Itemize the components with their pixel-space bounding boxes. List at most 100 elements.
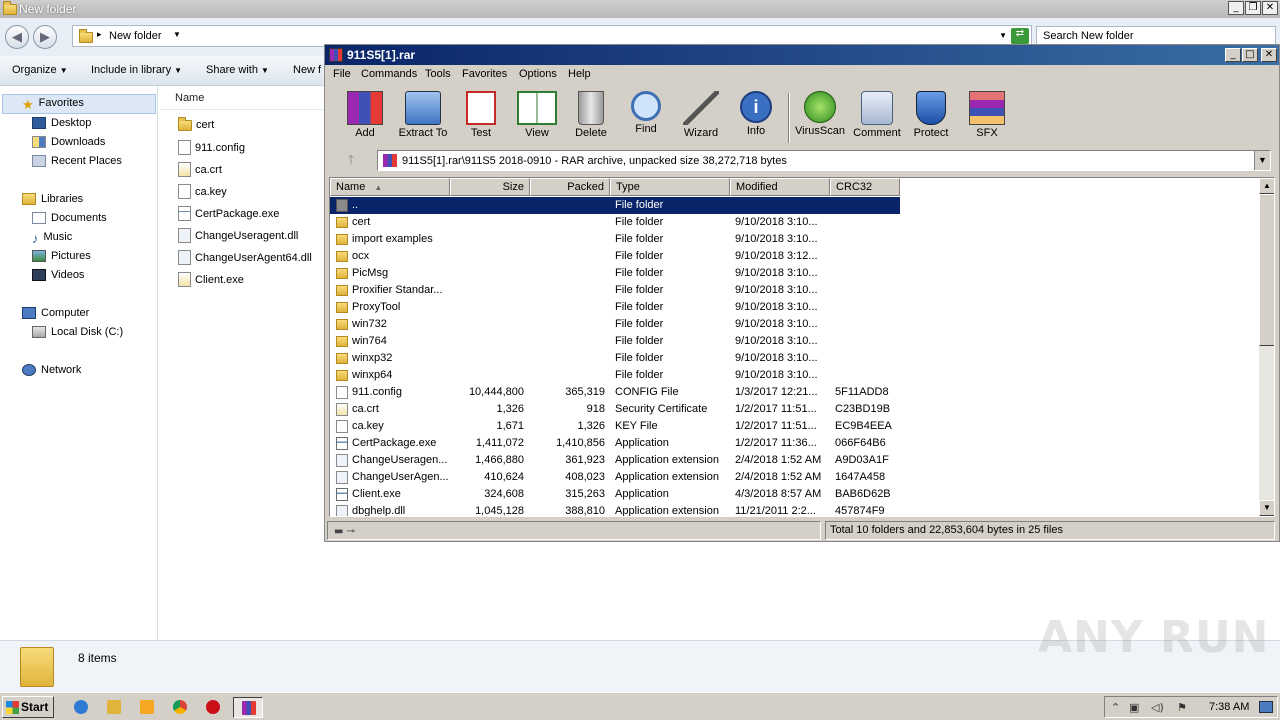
shield-icon — [916, 91, 946, 125]
table-row[interactable]: ocx File folder 9/10/2018 3:12... — [330, 248, 1259, 265]
file-item[interactable]: cert — [178, 116, 214, 131]
table-row[interactable]: winxp32 File folder 9/10/2018 3:10... — [330, 350, 1259, 367]
refresh-icon[interactable]: ⇄ — [1011, 28, 1029, 44]
taskbar-opera[interactable] — [198, 697, 228, 718]
restore-button[interactable]: ❐ — [1245, 1, 1261, 15]
archive-path-field[interactable]: 911S5[1].rar\911S5 2018-0910 - RAR archi… — [377, 150, 1271, 171]
sidebar-item-network[interactable]: Network — [22, 364, 81, 376]
sfx-button[interactable]: SFX — [955, 91, 1019, 139]
table-row[interactable]: import examples File folder 9/10/2018 3:10… — [330, 231, 1259, 248]
chevron-down-icon[interactable]: ▼ — [173, 30, 181, 39]
table-row[interactable]: .. File folder — [330, 197, 1259, 214]
table-row[interactable]: dbghelp.dll 1,045,128 388,810 Application e… — [330, 503, 1259, 516]
up-arrow-icon[interactable]: 🡑 — [333, 151, 369, 171]
clock[interactable]: 7:38 AM — [1209, 701, 1249, 713]
dll-icon — [178, 228, 191, 243]
chevron-down-icon[interactable]: ▼ — [1254, 151, 1270, 170]
menu-file[interactable]: File — [333, 68, 351, 80]
table-row[interactable]: cert File folder 9/10/2018 3:10... — [330, 214, 1259, 231]
start-button[interactable]: Start — [2, 696, 54, 718]
info-button[interactable]: i Info — [724, 91, 788, 137]
minimize-button[interactable]: _ — [1228, 1, 1244, 15]
sidebar-item-videos[interactable]: Videos — [32, 269, 84, 281]
menu-commands[interactable]: Commands — [361, 68, 417, 80]
sidebar-item-favorites[interactable]: ★ Favorites — [22, 97, 84, 112]
file-item[interactable]: 911.config — [178, 140, 245, 155]
new-folder-button[interactable]: New f — [293, 64, 321, 76]
add-button[interactable]: Add — [333, 91, 397, 139]
virusscan-button[interactable]: VirusScan — [788, 91, 852, 137]
sidebar-item-libraries[interactable]: Libraries — [22, 193, 83, 205]
breadcrumb[interactable]: New folder — [109, 30, 162, 42]
sidebar-item-music[interactable]: ♪ Music — [32, 231, 72, 246]
column-header-name[interactable]: Name — [160, 86, 326, 110]
protect-button[interactable]: Protect — [899, 91, 963, 139]
action-center-icon[interactable]: ⚑ — [1177, 701, 1187, 714]
table-row[interactable]: winxp64 File folder 9/10/2018 3:10... — [330, 367, 1259, 384]
file-item[interactable]: ca.key — [178, 184, 227, 199]
taskbar-chrome[interactable] — [165, 697, 195, 718]
column-packed[interactable]: Packed — [530, 178, 610, 196]
sidebar-item-downloads[interactable]: Downloads — [32, 136, 105, 148]
table-row[interactable]: ChangeUseragen... 1,466,880 361,923 Applica… — [330, 452, 1259, 469]
column-name[interactable]: Name ▲ — [330, 178, 450, 196]
sidebar-item-computer[interactable]: Computer — [22, 307, 89, 319]
test-button[interactable]: Test — [449, 91, 513, 139]
menu-favorites[interactable]: Favorites — [462, 68, 507, 80]
file-item[interactable]: Client.exe — [178, 272, 244, 287]
show-desktop-icon[interactable] — [1259, 701, 1273, 713]
menu-tools[interactable]: Tools — [425, 68, 451, 80]
scroll-thumb[interactable] — [1259, 194, 1274, 346]
sidebar-item-desktop[interactable]: Desktop — [32, 117, 91, 129]
close-button[interactable]: ✕ — [1261, 48, 1277, 62]
taskbar-winrar[interactable] — [233, 697, 263, 718]
search-input[interactable]: Search New folder — [1036, 26, 1276, 46]
table-row[interactable]: ca.key 1,671 1,326 KEY File 1/2/2017 11:51..… — [330, 418, 1259, 435]
extract-to-button[interactable]: Extract To — [391, 91, 455, 139]
scroll-down-button[interactable]: ▼ — [1259, 500, 1274, 516]
table-row[interactable]: CertPackage.exe 1,411,072 1,410,856 Applica… — [330, 435, 1259, 452]
vertical-scrollbar[interactable]: ▲ ▼ — [1259, 178, 1274, 516]
table-row[interactable]: Client.exe 324,608 315,263 Application 4/3/2… — [330, 486, 1259, 503]
table-row[interactable]: PicMsg File folder 9/10/2018 3:10... — [330, 265, 1259, 282]
address-history-dropdown[interactable]: ▼ — [999, 31, 1007, 40]
minimize-button[interactable]: _ — [1225, 48, 1241, 62]
taskbar-media-player[interactable] — [132, 697, 162, 718]
taskbar-explorer[interactable] — [99, 697, 129, 718]
table-row[interactable]: ca.crt 1,326 918 Security Certificate 1/2/20… — [330, 401, 1259, 418]
share-with-button[interactable]: Share with ▼ — [206, 64, 269, 76]
column-modified[interactable]: Modified — [730, 178, 830, 196]
column-type[interactable]: Type — [610, 178, 730, 196]
menu-options[interactable]: Options — [519, 68, 557, 80]
network-tray-icon[interactable]: ▣ — [1129, 701, 1139, 714]
close-button[interactable]: ✕ — [1262, 1, 1278, 15]
volume-icon[interactable]: ◁) — [1151, 701, 1164, 714]
file-item[interactable]: ChangeUseragent.dll — [178, 228, 298, 243]
maximize-button[interactable]: □ — [1242, 48, 1258, 62]
scroll-up-button[interactable]: ▲ — [1259, 178, 1274, 194]
sidebar-item-local-disk[interactable]: Local Disk (C:) — [32, 326, 123, 338]
include-in-library-button[interactable]: Include in library ▼ — [91, 64, 182, 76]
file-item[interactable]: CertPackage.exe — [178, 206, 279, 221]
table-row[interactable]: 911.config 10,444,800 365,319 CONFIG File 1/… — [330, 384, 1259, 401]
show-hidden-icons-icon[interactable]: ⌃ — [1111, 701, 1120, 714]
table-row[interactable]: ChangeUserAgen... 410,624 408,023 Applicati… — [330, 469, 1259, 486]
sidebar-item-pictures[interactable]: Pictures — [32, 250, 91, 262]
column-size[interactable]: Size — [450, 178, 530, 196]
table-row[interactable]: win732 File folder 9/10/2018 3:10... — [330, 316, 1259, 333]
table-row[interactable]: win764 File folder 9/10/2018 3:10... — [330, 333, 1259, 350]
organize-button[interactable]: Organize ▼ — [12, 64, 68, 76]
archive-path-text: 911S5[1].rar\911S5 2018-0910 - RAR archi… — [402, 155, 787, 167]
table-row[interactable]: Proxifier Standar... File folder 9/10/2018… — [330, 282, 1259, 299]
menu-help[interactable]: Help — [568, 68, 591, 80]
forward-button[interactable]: ▶ — [33, 25, 57, 49]
file-item[interactable]: ChangeUserAgent64.dll — [178, 250, 312, 265]
sidebar-item-documents[interactable]: Documents — [32, 212, 107, 224]
sidebar-item-recent-places[interactable]: Recent Places — [32, 155, 122, 167]
file-item[interactable]: ca.crt — [178, 162, 222, 177]
back-button[interactable]: ◀ — [5, 25, 29, 49]
file-list: Name cert 911.config ca.crt ca.key CertP… — [160, 86, 326, 640]
taskbar-ie[interactable] — [66, 697, 96, 718]
table-row[interactable]: ProxyTool File folder 9/10/2018 3:10... — [330, 299, 1259, 316]
column-crc32[interactable]: CRC32 — [830, 178, 900, 196]
